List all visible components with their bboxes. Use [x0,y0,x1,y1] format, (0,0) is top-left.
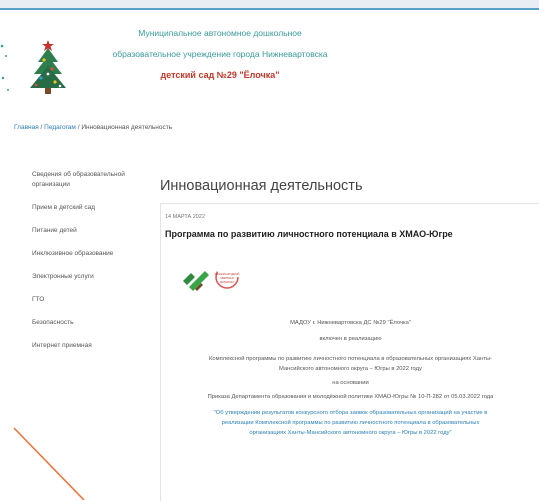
content-basis-line: на основании [332,380,369,386]
content-included-line: включен в реализацию [319,336,382,342]
svg-text:МЕЖДУНАРОДНЫЙ: МЕЖДУНАРОДНЫЙ [215,272,240,276]
content-link-line-1[interactable]: "Об утверждении результатов конкурсного … [161,408,539,418]
sidebar-item-gto[interactable]: ГТО [32,295,147,305]
breadcrumb-current: Инновационная деятельность [81,124,173,131]
sidebar-nav: Сведения об образовательной организации … [32,170,147,364]
svg-text:МАТЕРИАЛ: МАТЕРИАЛ [220,280,234,284]
site-header: Муниципальное автономное дошкольное обра… [70,26,370,82]
sidebar-item-inclusive-education[interactable]: Инклюзивное образование [32,249,147,259]
decorative-dots-icon [0,44,9,91]
header-line-1: Муниципальное автономное дошкольное [138,28,302,38]
content-order-line: Приказа Департамента образования и молод… [207,394,494,400]
top-bar-accent-line [0,8,539,10]
article-card: 14 МАРТА 2022 Программа по развитию личн… [160,203,539,501]
breadcrumb-section-link[interactable]: Педагогам [44,124,76,131]
content-org-line: МАДОУ г. Нижневартовска ДС №29 "Ёлочка" [290,320,411,326]
content-link-line-2[interactable]: реализации Комплексной программы по разв… [161,418,539,428]
sidebar-item-nutrition[interactable]: Питание детей [32,226,147,236]
header-site-name: детский сад №29 "Ёлочка" [160,70,280,80]
header-line-2: образовательное учреждение города Нижнев… [112,49,328,59]
sidebar-item-internet-reception[interactable]: Интернет приемная [32,341,147,351]
content-program-line-2: Мансийского автономного округа – Югры в … [279,366,422,372]
content-program-line: Комплексной программы по развитию личнос… [209,356,492,362]
top-bar [0,0,539,8]
sidebar-item-e-services[interactable]: Электронные услуги [32,272,147,282]
sidebar-item-admission[interactable]: Прием в детский сад [32,203,147,213]
article-date: 14 МАРТА 2022 [165,214,205,220]
article-content: МАДОУ г. Нижневартовска ДС №29 "Ёлочка" … [161,318,539,438]
breadcrumb: Главная / Педагогам / Инновационная деят… [14,124,172,131]
christmas-tree-logo-icon [30,40,66,94]
svg-text:СБЕРБАНК: СБЕРБАНК [220,276,234,280]
article-title[interactable]: Программа по развитию личностного потенц… [165,229,453,239]
sidebar-item-organization-info[interactable]: Сведения об образовательной организации [32,170,147,190]
content-link-line-3[interactable]: организациях Ханты-Мансийского автономно… [161,428,539,438]
breadcrumb-home-link[interactable]: Главная [14,124,39,131]
program-logos-icon: МЕЖДУНАРОДНЫЙ СБЕРБАНК МАТЕРИАЛ [183,265,240,291]
sidebar-item-safety[interactable]: Безопасность [32,318,147,328]
page-title: Инновационная деятельность [160,178,363,194]
